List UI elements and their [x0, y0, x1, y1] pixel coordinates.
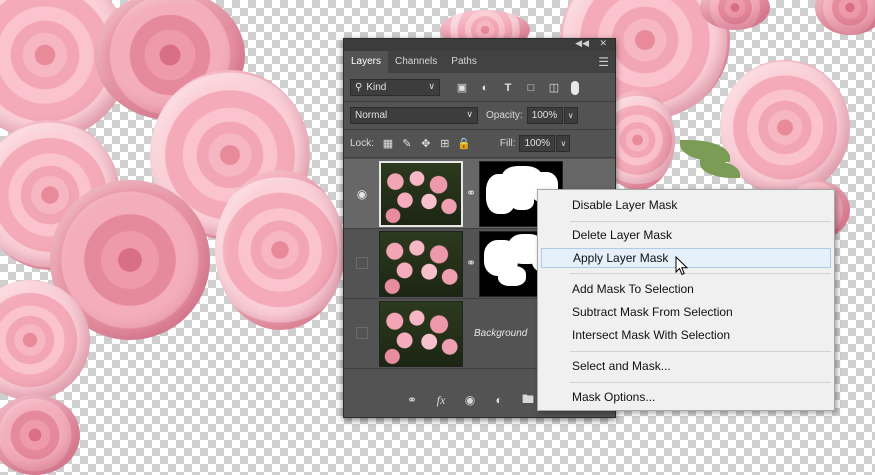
lock-position-icon[interactable]: ✥: [418, 136, 434, 152]
adjustment-filter-icon[interactable]: ◐: [477, 80, 493, 96]
blend-row: Normal ∨ Opacity: 100% ∨: [350, 107, 615, 124]
menu-item-disable-layer-mask[interactable]: Disable Layer Mask: [541, 195, 831, 215]
link-icon[interactable]: ⚭: [402, 392, 422, 408]
collapse-icon[interactable]: ◀◀: [575, 38, 589, 49]
adjustment-icon[interactable]: ◐: [489, 392, 509, 408]
tab-paths[interactable]: Paths: [444, 51, 484, 73]
menu-item-subtract-mask-from-selection[interactable]: Subtract Mask From Selection: [541, 302, 831, 322]
rose-image: [815, 0, 875, 35]
search-icon: ⚲: [355, 82, 363, 93]
layer-thumbnail[interactable]: [379, 161, 463, 227]
chevron-down-icon: ∨: [466, 109, 473, 119]
menu-item-add-mask-to-selection[interactable]: Add Mask To Selection: [541, 279, 831, 299]
opacity-slider-toggle[interactable]: ∨: [563, 107, 578, 124]
filter-kind-label: Kind: [366, 82, 387, 93]
fill-label: Fill:: [499, 138, 516, 149]
lock-row: Lock: ▦ ✎ ✥ ⊞ 🔒 Fill: 100% ∨: [350, 135, 615, 152]
panel-title-bar[interactable]: ◀◀ ✕: [344, 38, 615, 51]
panel-menu-icon[interactable]: ☰: [598, 55, 609, 69]
menu-item-select-and-mask[interactable]: Select and Mask...: [541, 356, 831, 376]
lock-artboard-icon[interactable]: ⊞: [437, 136, 453, 152]
image-filter-icon[interactable]: ▣: [454, 80, 470, 96]
filter-toggle-icon[interactable]: [571, 80, 579, 95]
add-mask-icon[interactable]: ◉: [460, 392, 480, 408]
filter-row: ⚲ Kind ∨ ▣ ◐ T □ ◫: [350, 79, 615, 96]
smart-object-filter-icon[interactable]: ◫: [546, 80, 562, 96]
opacity-label: Opacity:: [486, 110, 523, 121]
filter-kind-select[interactable]: ⚲ Kind ∨: [350, 79, 440, 96]
shape-filter-icon[interactable]: □: [523, 80, 539, 96]
lock-all-icon[interactable]: 🔒: [456, 136, 472, 152]
lock-transparent-pixels-icon[interactable]: ▦: [380, 136, 396, 152]
rose-image: [215, 170, 345, 330]
fill-slider-toggle[interactable]: ∨: [556, 135, 571, 152]
rose-image: [0, 395, 80, 475]
type-filter-icon[interactable]: T: [500, 80, 516, 96]
visibility-toggle[interactable]: [356, 327, 368, 339]
link-icon[interactable]: ⚭: [466, 256, 476, 270]
fx-icon[interactable]: fx: [431, 392, 451, 408]
close-icon[interactable]: ✕: [599, 38, 607, 49]
tab-layers[interactable]: Layers: [344, 51, 389, 73]
blend-mode-value: Normal: [355, 110, 388, 121]
lock-image-pixels-icon[interactable]: ✎: [399, 136, 415, 152]
layer-name[interactable]: Background: [474, 328, 527, 339]
layer-thumbnail[interactable]: [379, 301, 463, 367]
visibility-toggle[interactable]: [356, 257, 368, 269]
blend-mode-select[interactable]: Normal ∨: [350, 107, 478, 124]
fill-input[interactable]: 100%: [519, 135, 556, 152]
layer-thumbnail[interactable]: [379, 231, 463, 297]
mouse-cursor-icon: [675, 256, 689, 276]
context-menu: Disable Layer Mask Delete Layer Mask App…: [537, 189, 835, 411]
menu-item-delete-layer-mask[interactable]: Delete Layer Mask: [541, 225, 831, 245]
tab-channels[interactable]: Channels: [388, 51, 444, 73]
lock-label: Lock:: [350, 138, 374, 149]
menu-item-intersect-mask-with-selection[interactable]: Intersect Mask With Selection: [541, 325, 831, 345]
eye-icon[interactable]: ◉: [355, 188, 369, 200]
menu-item-mask-options[interactable]: Mask Options...: [541, 387, 831, 407]
opacity-input[interactable]: 100%: [526, 107, 563, 124]
panel-tabs: Layers Channels Paths ☰: [344, 51, 615, 73]
link-icon[interactable]: ⚭: [466, 186, 476, 200]
chevron-down-icon: ∨: [428, 81, 435, 91]
folder-icon[interactable]: 🖿: [518, 392, 538, 408]
